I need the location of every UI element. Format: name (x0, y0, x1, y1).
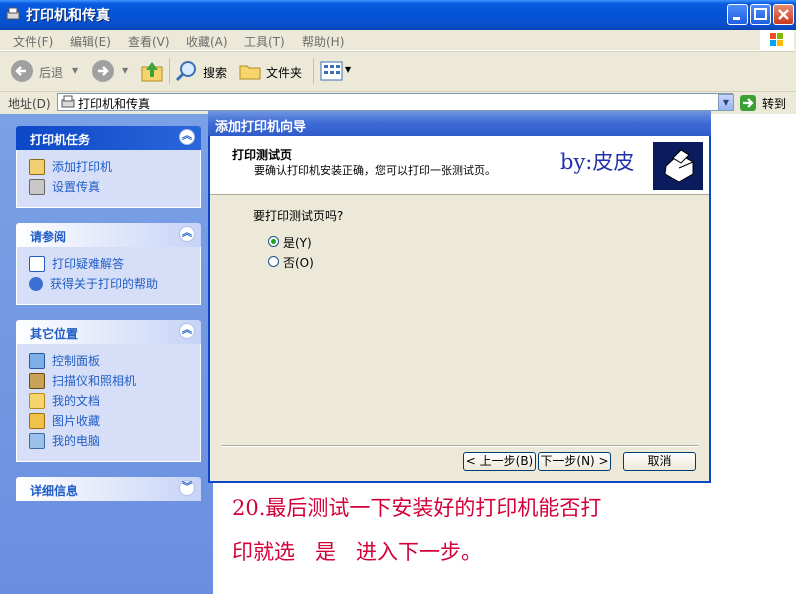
views-icon (320, 61, 343, 81)
my-computer-link[interactable]: 我的电脑 (29, 432, 100, 450)
menu-help[interactable]: 帮助(H) (302, 33, 344, 50)
wizard-title: 添加打印机向导 (215, 120, 307, 135)
folders-button[interactable]: 文件夹 (238, 58, 308, 84)
search-button[interactable]: 搜索 (175, 58, 235, 84)
details-header[interactable]: 详细信息 ︾ (16, 477, 201, 501)
help-book-icon (29, 255, 45, 272)
address-value: 打印机和传真 (78, 97, 151, 111)
no-radio-option[interactable]: 否(O) (268, 254, 328, 270)
collapse-chevron-icon[interactable]: ︽ (179, 323, 195, 339)
other-places-header[interactable]: 其它位置 ︽ (16, 320, 201, 344)
scanners-cameras-link[interactable]: 扫描仪和照相机 (29, 372, 136, 390)
menu-favorites[interactable]: 收藏(A) (186, 33, 228, 50)
search-label: 搜索 (203, 66, 228, 80)
collapse-chevron-icon[interactable]: ︽ (179, 226, 195, 242)
printing-help-link[interactable]: 获得关于打印的帮助 (29, 275, 158, 293)
printer-tasks-title: 打印机任务 (30, 133, 91, 147)
go-label: 转到 (762, 97, 787, 111)
author-watermark: by:皮皮 (560, 150, 635, 174)
printing-troubleshooter-link[interactable]: 打印疑难解答 (29, 255, 124, 273)
yes-radio-option[interactable]: 是(Y) (268, 234, 328, 250)
printer-folder-icon (61, 95, 75, 108)
forward-arrow-icon (92, 60, 114, 82)
help-question-icon (29, 276, 43, 291)
back-step-button[interactable]: < 上一步(B) (463, 452, 536, 471)
printer-tasks-body: 添加打印机 设置传真 (16, 150, 201, 208)
go-button[interactable]: 转到 (739, 94, 795, 112)
see-also-header[interactable]: 请参阅 ︽ (16, 223, 201, 247)
tutorial-caption-line1: 20.最后测试一下安装好的打印机能否打 (232, 496, 602, 520)
control-panel-icon (29, 352, 45, 369)
address-input[interactable]: 打印机和传真 (57, 93, 733, 111)
address-dropdown-button[interactable]: ▼ (718, 94, 734, 111)
forward-dropdown-icon[interactable]: ▼ (122, 66, 128, 75)
title-bar[interactable]: 打印机和传真 (0, 0, 796, 30)
back-dropdown-icon[interactable]: ▼ (72, 66, 78, 75)
expand-chevron-icon[interactable]: ︾ (179, 480, 195, 496)
menu-file[interactable]: 文件(F) (13, 33, 53, 50)
collapse-chevron-icon[interactable]: ︽ (179, 129, 195, 145)
setup-fax-link[interactable]: 设置传真 (29, 178, 100, 196)
back-label: 后退 (39, 66, 64, 80)
test-page-question: 要打印测试页吗? (253, 209, 344, 223)
go-arrow-icon (740, 95, 756, 111)
cancel-button[interactable]: 取消 (623, 452, 696, 471)
no-radio[interactable] (268, 256, 279, 267)
pictures-folder-icon (29, 412, 45, 429)
printer-wizard-icon (653, 142, 703, 190)
see-also-body: 打印疑难解答 获得关于打印的帮助 (16, 247, 201, 305)
tutorial-caption-line2: 印就选 是 进入下一步。 (232, 540, 483, 564)
no-label: 否(O) (283, 256, 314, 270)
menu-edit[interactable]: 编辑(E) (70, 33, 111, 50)
toolbar-separator (169, 58, 170, 84)
forward-button[interactable] (90, 58, 116, 84)
up-folder-icon[interactable] (140, 59, 164, 83)
menu-bar: 文件(F) 编辑(E) 查看(V) 收藏(A) 工具(T) 帮助(H) (0, 30, 796, 51)
computer-icon (29, 432, 45, 449)
wizard-subheading: 要确认打印机安装正确，您可以打印一张测试页。 (254, 164, 496, 177)
back-button[interactable]: 后退 (8, 58, 68, 84)
printer-folder-icon (5, 7, 21, 22)
menu-view[interactable]: 查看(V) (128, 33, 170, 50)
add-printer-icon (29, 158, 45, 175)
add-printer-link[interactable]: 添加打印机 (29, 158, 112, 176)
window-title: 打印机和传真 (26, 8, 110, 24)
other-places-body: 控制面板 扫描仪和照相机 我的文档 图片收藏 我的电脑 (16, 344, 201, 462)
minimize-button[interactable] (727, 4, 748, 25)
toolbar: 后退 ▼ ▼ 搜索 文件夹 ▼ (0, 51, 796, 92)
wizard-separator (222, 445, 698, 447)
wizard-header: 打印测试页 要确认打印机安装正确，您可以打印一张测试页。 by:皮皮 (210, 136, 709, 195)
folders-icon (239, 65, 261, 80)
my-pictures-link[interactable]: 图片收藏 (29, 412, 100, 430)
next-step-button[interactable]: 下一步(N) > (538, 452, 611, 471)
views-button[interactable]: ▼ (320, 60, 354, 82)
my-documents-link[interactable]: 我的文档 (29, 392, 100, 410)
close-button[interactable] (773, 4, 794, 25)
documents-folder-icon (29, 392, 45, 409)
search-icon (175, 61, 196, 82)
scanner-icon (29, 372, 45, 389)
toolbar-separator (313, 58, 314, 84)
back-arrow-icon (11, 60, 33, 82)
windows-logo-icon (760, 30, 794, 50)
other-places-title: 其它位置 (30, 327, 79, 341)
details-title: 详细信息 (30, 484, 79, 498)
fax-icon (29, 178, 45, 195)
folders-label: 文件夹 (266, 66, 303, 80)
wizard-heading: 打印测试页 (232, 148, 293, 162)
yes-radio[interactable] (268, 236, 279, 247)
maximize-button[interactable] (750, 4, 771, 25)
address-label: 地址(D) (8, 97, 51, 111)
printer-tasks-header[interactable]: 打印机任务 ︽ (16, 126, 201, 150)
see-also-title: 请参阅 (30, 230, 67, 244)
menu-tools[interactable]: 工具(T) (244, 33, 285, 50)
yes-label: 是(Y) (283, 236, 312, 250)
views-dropdown-icon: ▼ (345, 65, 352, 74)
wizard-title-bar[interactable]: 添加打印机向导 (208, 111, 711, 136)
control-panel-link[interactable]: 控制面板 (29, 352, 100, 370)
